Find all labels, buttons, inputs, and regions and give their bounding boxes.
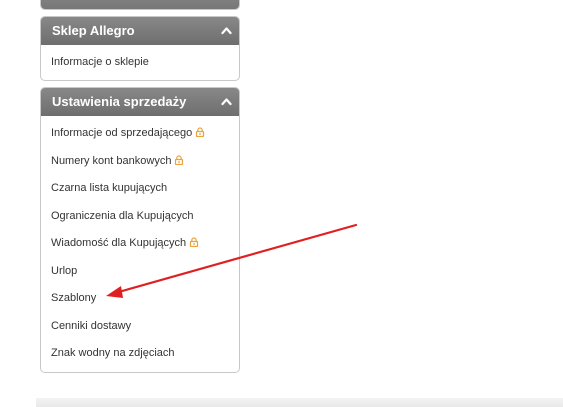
menu-item-urlop[interactable]: Urlop [41,258,239,286]
lock-icon [175,154,184,165]
menu-item-label: Informacje o sklepie [51,56,149,68]
chevron-up-icon[interactable] [221,26,232,35]
menu-item-cenniki-dostawy[interactable]: Cenniki dostawy [41,313,239,341]
panel-top-header[interactable] [41,0,239,9]
menu-item-szablony[interactable]: Szablony [41,285,239,313]
menu-item-label: Cenniki dostawy [51,319,132,332]
panel-ustawienia-body: Informacje od sprzedającego Numery kont … [41,116,239,368]
menu-item-ograniczenia-dla-kupujacych[interactable]: Ograniczenia dla Kupujących [41,203,239,231]
menu-item-czarna-lista-kupujacych[interactable]: Czarna lista kupujących [41,175,239,203]
footer-bar [36,398,563,407]
lock-icon [196,127,205,137]
menu-item-label: Znak wodny na zdjęciach [51,347,175,359]
menu-item-label: Numery kont bankowych [51,154,172,167]
menu-item-label: Czarna lista kupujących [51,182,168,194]
panel-ustawienia-title: Ustawienia sprzedaży [52,94,187,109]
menu-item-label: Ograniczenia dla Kupujących [51,209,194,222]
menu-item-numery-kont-bankowych[interactable]: Numery kont bankowych [41,148,239,176]
menu-item-informacje-od-sprzedajacego[interactable]: Informacje od sprzedającego [41,120,239,148]
menu-item-znak-wodny-na-zdjeciach[interactable]: Znak wodny na zdjęciach [41,340,239,368]
panel-sklep-title: Sklep Allegro [52,23,135,38]
panel-top-cutoff [40,0,240,10]
panel-ustawienia-sprzedazy: Ustawienia sprzedaży Informacje od sprze… [40,87,240,373]
menu-item-label: Urlop [51,264,78,277]
page: Sklep Allegro Informacje o sklepie Ustaw… [0,0,563,407]
chevron-up-icon[interactable] [221,97,232,106]
menu-item-wiadomosc-dla-kupujacych[interactable]: Wiadomość dla Kupujących [41,230,239,258]
panel-sklep-header[interactable]: Sklep Allegro [41,17,239,45]
menu-item-informacje-o-sklepie[interactable]: Informacje o sklepie [41,49,239,77]
panel-sklep-allegro: Sklep Allegro Informacje o sklepie [40,16,240,81]
menu-item-label: Informacje od sprzedającego [51,127,193,139]
menu-item-label: Wiadomość dla Kupujących [51,237,187,249]
panel-sklep-body: Informacje o sklepie [41,45,239,77]
panel-ustawienia-header[interactable]: Ustawienia sprzedaży [41,88,239,116]
lock-icon [190,237,199,247]
menu-item-label: Szablony [51,292,97,304]
